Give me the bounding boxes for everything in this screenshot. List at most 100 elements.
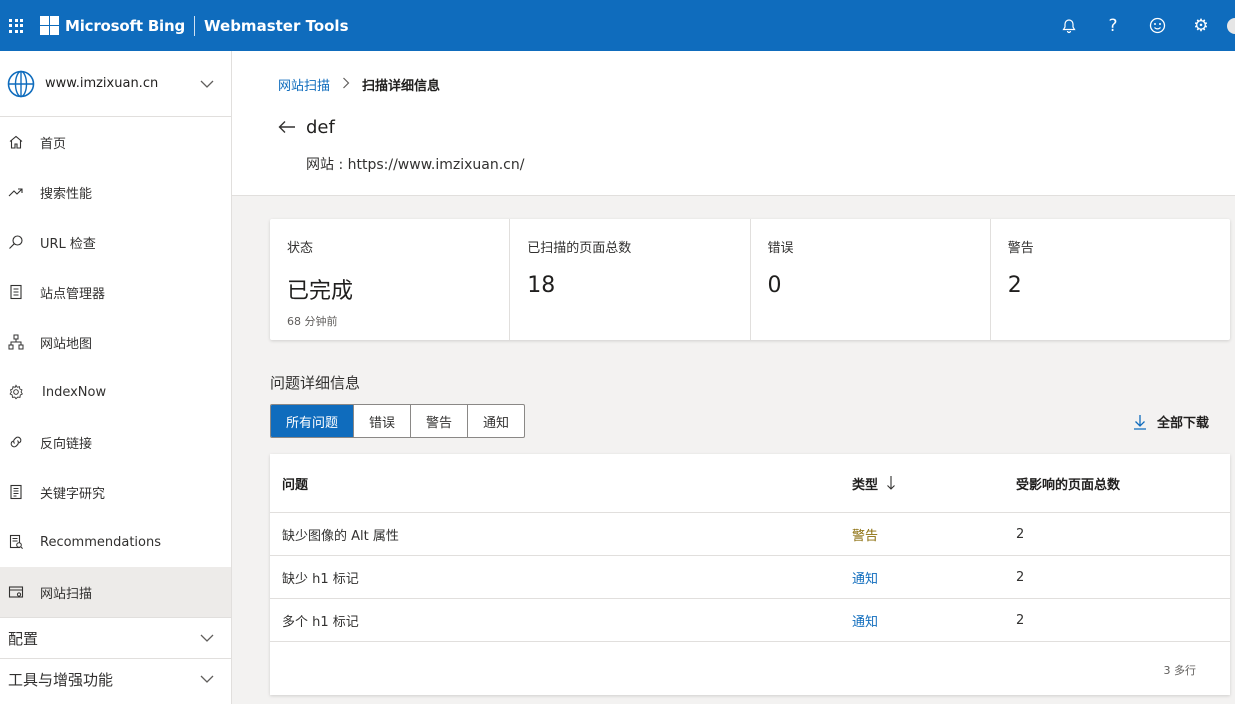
sidebar-item-url-inspection[interactable]: URL 检查 bbox=[0, 217, 231, 267]
issue-name[interactable]: 多个 h1 标记 bbox=[282, 611, 359, 630]
sidebar: www.imzixuan.cn 首页 搜索性能 URL 检查 站点管理器 网站地… bbox=[0, 51, 232, 704]
sidebar-item-home[interactable]: 首页 bbox=[0, 117, 231, 167]
download-all-button[interactable]: 全部下载 bbox=[1133, 412, 1209, 431]
product-name[interactable]: Webmaster Tools bbox=[204, 17, 349, 35]
trend-icon bbox=[8, 184, 24, 200]
sidebar-item-label: Recommendations bbox=[40, 534, 162, 550]
sidebar-item-label: 关键字研究 bbox=[40, 486, 106, 502]
sidebar-item-label: URL 检查 bbox=[40, 236, 96, 252]
issue-type: 警告 bbox=[852, 528, 879, 544]
table-row[interactable]: 缺少图像的 Alt 属性 警告 2 bbox=[270, 513, 1230, 556]
sidebar-item-keyword-research[interactable]: 关键字研究 bbox=[0, 467, 231, 517]
download-all-label: 全部下载 bbox=[1157, 416, 1210, 431]
sidebar-item-label: 站点管理器 bbox=[40, 286, 106, 302]
link-icon bbox=[8, 434, 24, 450]
sort-descending-icon bbox=[887, 476, 895, 490]
issues-table: 问题 类型 受影响的页面总数 缺少图像的 Alt 属性 警告 2 缺少 h1 标… bbox=[270, 454, 1230, 695]
recommendations-icon bbox=[8, 534, 24, 550]
chevron-down-icon bbox=[200, 634, 214, 642]
filter-all-issues[interactable]: 所有问题 bbox=[271, 405, 354, 437]
download-icon bbox=[1134, 414, 1146, 430]
brand-name[interactable]: Microsoft Bing bbox=[65, 17, 185, 35]
issue-name[interactable]: 缺少图像的 Alt 属性 bbox=[282, 525, 399, 544]
affected-pages-count: 2 bbox=[1016, 526, 1025, 542]
stat-label: 已扫描的页面总数 bbox=[527, 241, 632, 256]
chevron-right-icon bbox=[342, 77, 350, 93]
stat-timestamp: 68 分钟前 bbox=[287, 315, 338, 328]
sidebar-group-configuration[interactable]: 配置 bbox=[0, 617, 231, 658]
app-launcher-icon[interactable] bbox=[9, 18, 23, 33]
avatar[interactable] bbox=[1227, 17, 1235, 34]
issue-type: 通知 bbox=[852, 571, 879, 587]
column-header-label: 类型 bbox=[852, 477, 879, 493]
stat-pages-scanned: 已扫描的页面总数 18 bbox=[510, 219, 751, 340]
microsoft-logo-icon bbox=[40, 16, 59, 35]
back-arrow-icon[interactable] bbox=[277, 119, 297, 135]
search-icon bbox=[8, 234, 24, 250]
scan-icon bbox=[8, 584, 24, 600]
site-name: www.imzixuan.cn bbox=[45, 76, 159, 91]
clipboard-icon bbox=[8, 284, 24, 300]
table-header: 问题 类型 受影响的页面总数 bbox=[270, 454, 1230, 513]
sidebar-item-search-performance[interactable]: 搜索性能 bbox=[0, 167, 231, 217]
stat-label: 状态 bbox=[287, 241, 314, 256]
site-selector[interactable]: www.imzixuan.cn bbox=[0, 51, 231, 117]
row-count-footer: 3 多行 bbox=[1163, 664, 1197, 677]
issue-name[interactable]: 缺少 h1 标记 bbox=[282, 568, 359, 587]
sidebar-item-site-explorer[interactable]: 站点管理器 bbox=[0, 267, 231, 317]
sidebar-group-label: 配置 bbox=[8, 629, 39, 648]
column-header-issue[interactable]: 问题 bbox=[282, 474, 308, 493]
stat-label: 错误 bbox=[767, 241, 794, 256]
globe-icon bbox=[7, 70, 35, 97]
sidebar-item-label: 首页 bbox=[40, 136, 67, 152]
brand-divider bbox=[194, 15, 196, 36]
sidebar-group-label: 工具与增强功能 bbox=[8, 670, 114, 689]
page-title: def bbox=[306, 117, 335, 138]
stat-value: 0 bbox=[767, 273, 782, 298]
table-row[interactable]: 多个 h1 标记 通知 2 bbox=[270, 599, 1230, 642]
issues-section-title: 问题详细信息 bbox=[270, 374, 361, 392]
filter-warnings[interactable]: 警告 bbox=[410, 405, 467, 437]
stat-value: 已完成 bbox=[287, 279, 354, 304]
document-icon bbox=[8, 484, 24, 500]
breadcrumb-site-scan-link[interactable]: 网站扫描 bbox=[278, 75, 330, 94]
sidebar-item-label: IndexNow bbox=[42, 384, 107, 400]
sidebar-item-indexnow[interactable]: IndexNow bbox=[0, 367, 231, 417]
sidebar-item-backlinks[interactable]: 反向链接 bbox=[0, 417, 231, 467]
sidebar-item-sitemaps[interactable]: 网站地图 bbox=[0, 317, 231, 367]
help-icon[interactable]: ? bbox=[1091, 0, 1135, 51]
issue-type: 通知 bbox=[852, 614, 879, 630]
page-header: 网站扫描 扫描详细信息 def 网站 : https://www.imzixua… bbox=[232, 51, 1235, 196]
bell-icon[interactable] bbox=[1047, 0, 1091, 51]
filter-notices[interactable]: 通知 bbox=[467, 405, 524, 437]
stat-label: 警告 bbox=[1007, 241, 1034, 256]
stat-value: 18 bbox=[527, 273, 556, 298]
top-bar: Microsoft Bing Webmaster Tools ? ⚙ bbox=[0, 0, 1235, 51]
table-row[interactable]: 缺少 h1 标记 通知 2 bbox=[270, 556, 1230, 599]
filter-errors[interactable]: 错误 bbox=[353, 405, 410, 437]
column-header-affected-pages[interactable]: 受影响的页面总数 bbox=[1016, 474, 1120, 493]
feedback-smiley-icon[interactable] bbox=[1135, 0, 1179, 51]
stat-status: 状态 已完成 68 分钟前 bbox=[270, 219, 511, 340]
affected-pages-count: 2 bbox=[1016, 569, 1025, 585]
sidebar-item-label: 网站扫描 bbox=[40, 586, 93, 602]
settings-gear-icon[interactable]: ⚙ bbox=[1179, 0, 1223, 51]
stat-errors: 错误 0 bbox=[751, 219, 991, 340]
sidebar-item-label: 反向链接 bbox=[40, 436, 93, 452]
chevron-down-icon[interactable] bbox=[200, 77, 214, 91]
sitemap-icon bbox=[8, 334, 24, 350]
sidebar-item-recommendations[interactable]: Recommendations bbox=[0, 517, 231, 567]
sidebar-item-label: 网站地图 bbox=[40, 336, 93, 352]
sidebar-group-tools[interactable]: 工具与增强功能 bbox=[0, 658, 231, 699]
stat-value: 2 bbox=[1007, 273, 1022, 298]
scanned-site-url: 网站 : https://www.imzixuan.cn/ bbox=[306, 157, 525, 173]
top-icons: ? ⚙ bbox=[1047, 0, 1235, 51]
chevron-down-icon bbox=[200, 675, 214, 683]
column-header-type[interactable]: 类型 bbox=[852, 474, 896, 493]
breadcrumb: 网站扫描 扫描详细信息 bbox=[278, 75, 440, 94]
affected-pages-count: 2 bbox=[1016, 612, 1025, 628]
home-icon bbox=[8, 134, 24, 150]
scan-summary-card: 状态 已完成 68 分钟前 已扫描的页面总数 18 错误 0 警告 2 bbox=[270, 219, 1230, 340]
breadcrumb-current: 扫描详细信息 bbox=[362, 79, 441, 94]
sidebar-item-site-scan[interactable]: 网站扫描 bbox=[0, 567, 231, 617]
